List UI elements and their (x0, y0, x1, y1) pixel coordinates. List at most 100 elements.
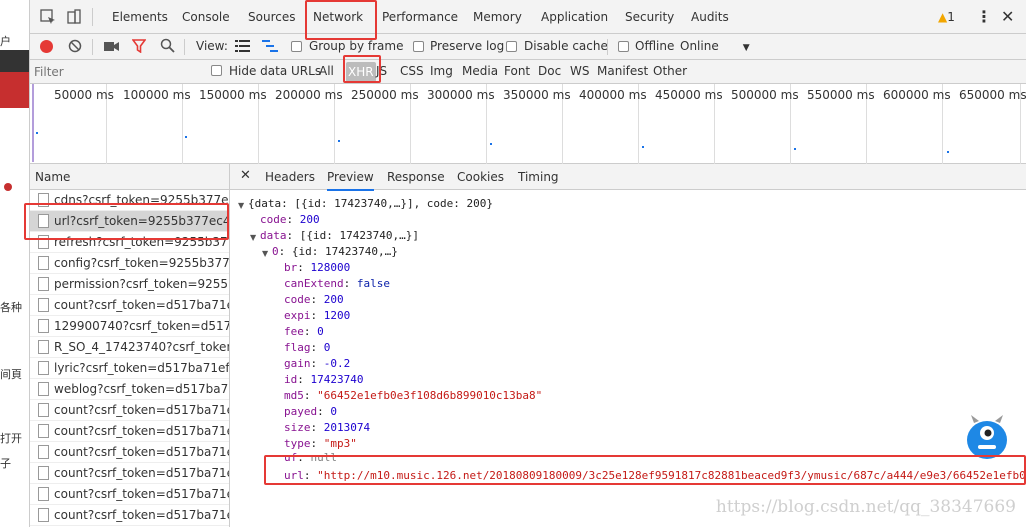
json-line-data: data: [{id: 17423740,…}] (260, 229, 419, 242)
tab-performance[interactable]: Performance (382, 0, 458, 34)
device-toolbar-icon[interactable] (66, 9, 82, 28)
request-name: count?csrf_token=d517ba71ef... (54, 487, 230, 501)
json-line-canextend: canExtend: false (284, 277, 390, 290)
request-row[interactable]: count?csrf_token=d517ba71ef... (30, 295, 230, 316)
highlight-network-tab (305, 0, 377, 40)
highlight-url-field (264, 455, 1026, 485)
large-rows-icon[interactable] (235, 40, 250, 55)
filter-type-other[interactable]: Other (653, 64, 687, 78)
more-options-icon[interactable]: ⋮ (976, 0, 992, 34)
devtools-tab-bar: Elements Console Sources Network Perform… (30, 0, 1026, 34)
timeline-start-marker (32, 84, 34, 162)
tab-timing[interactable]: Timing (518, 170, 559, 184)
request-name: config?csrf_token=9255b377e... (54, 256, 230, 270)
filter-type-doc[interactable]: Doc (538, 64, 561, 78)
request-name: permission?csrf_token=9255b... (54, 277, 230, 291)
capture-screenshots-icon[interactable] (104, 40, 119, 56)
file-icon (38, 361, 49, 375)
tab-sources[interactable]: Sources (248, 0, 295, 34)
json-line-gain: gain: -0.2 (284, 357, 351, 370)
expand-triangle-icon[interactable]: ▼ (262, 249, 268, 258)
request-row[interactable]: count?csrf_token=d517ba71ef... (30, 421, 229, 442)
offline-checkbox[interactable] (618, 41, 629, 52)
filter-bar: Hide data URLs All XHR JS CSS Img Media … (30, 60, 1026, 84)
request-name: 129900740?csrf_token=d517b... (54, 319, 230, 333)
tab-audits[interactable]: Audits (691, 0, 729, 34)
request-row[interactable]: count?csrf_token=d517ba71ef... (30, 400, 229, 421)
json-line-code: code: 200 (260, 213, 320, 226)
file-icon (38, 508, 49, 522)
file-icon (38, 487, 49, 501)
request-name: R_SO_4_17423740?csrf_token=... (54, 340, 229, 354)
json-line-flag: flag: 0 (284, 341, 331, 354)
page-content-strip: 户 各种 间頁 打开 子 (0, 0, 30, 527)
request-row[interactable]: R_SO_4_17423740?csrf_token=... (30, 337, 229, 358)
timeline-tick-label: 50000 ms (54, 88, 114, 102)
filter-icon[interactable] (131, 39, 147, 56)
filter-type-font[interactable]: Font (504, 64, 530, 78)
request-row[interactable]: count?csrf_token=d517ba71ef... (30, 484, 230, 505)
close-devtools-icon[interactable]: ✕ (1001, 0, 1014, 34)
request-row[interactable]: count?csrf_token=d517ba71ef... (30, 442, 229, 463)
tab-response[interactable]: Response (387, 170, 445, 184)
watermark: https://blog.csdn.net/qq_38347669 (715, 497, 1016, 517)
request-name: count?csrf_token=d517ba71ef... (54, 466, 230, 480)
preserve-log-checkbox[interactable] (413, 41, 424, 52)
page-text: 间頁 (0, 368, 22, 381)
warning-count: 1 (947, 10, 955, 24)
expand-triangle-icon[interactable]: ▼ (250, 233, 256, 242)
filter-type-css[interactable]: CSS (400, 64, 424, 78)
page-red-dot (4, 183, 12, 191)
network-overview-timeline[interactable]: 50000 ms 100000 ms 150000 ms 200000 ms 2… (30, 84, 1026, 164)
request-marker (642, 146, 644, 148)
tab-console[interactable]: Console (182, 0, 230, 34)
json-line-type: type: "mp3" (284, 437, 357, 450)
tab-memory[interactable]: Memory (473, 0, 522, 34)
json-line-item0: 0: {id: 17423740,…} (272, 245, 398, 258)
json-line-md5: md5: "66452e1efb0e3f108d6b899010c13ba8" (284, 389, 543, 402)
request-row[interactable]: count?csrf_token=d517ba71ef... (30, 463, 230, 484)
request-row[interactable]: 129900740?csrf_token=d517b... (30, 316, 230, 337)
disable-cache-checkbox[interactable] (506, 41, 517, 52)
filter-type-img[interactable]: Img (430, 64, 453, 78)
request-marker (185, 136, 187, 138)
request-row[interactable]: config?csrf_token=9255b377e... (30, 253, 230, 274)
group-by-frame-checkbox[interactable] (291, 41, 302, 52)
file-icon (38, 340, 49, 354)
tab-preview[interactable]: Preview (327, 170, 374, 191)
request-row[interactable]: lyric?csrf_token=d517ba71ef1... (30, 358, 229, 379)
tab-security[interactable]: Security (625, 0, 674, 34)
request-row[interactable]: permission?csrf_token=9255b... (30, 274, 230, 295)
file-icon (38, 319, 49, 333)
throttling-select[interactable]: Online ▼ (680, 39, 750, 53)
request-row[interactable]: weblog?csrf_token=d517ba71... (30, 379, 229, 400)
file-icon (38, 466, 49, 480)
filter-type-manifest[interactable]: Manifest (597, 64, 648, 78)
inspect-element-icon[interactable] (40, 9, 56, 28)
tab-cookies[interactable]: Cookies (457, 170, 504, 184)
record-button-icon[interactable] (40, 40, 53, 53)
search-icon[interactable] (160, 38, 175, 56)
filter-input[interactable] (34, 63, 194, 81)
filter-type-media[interactable]: Media (462, 64, 498, 78)
timeline-tick-label: 350000 ms (503, 88, 571, 102)
name-column-header[interactable]: Name (30, 164, 229, 190)
filter-type-all[interactable]: All (319, 64, 334, 78)
request-row[interactable]: count?csrf_token=d517ba71ef... (30, 505, 229, 526)
network-toolbar: View: Group by frame Preserve log Disabl… (30, 34, 1026, 60)
warning-icon: ▲ (938, 10, 948, 24)
waterfall-icon[interactable] (262, 40, 278, 55)
tab-headers[interactable]: Headers (265, 170, 315, 184)
timeline-tick-label: 500000 ms (731, 88, 799, 102)
warning-indicator[interactable]: ▲1 (938, 0, 955, 34)
file-icon (38, 403, 49, 417)
expand-triangle-icon[interactable]: ▼ (238, 201, 244, 210)
close-detail-icon[interactable]: ✕ (240, 168, 251, 183)
tab-elements[interactable]: Elements (112, 0, 168, 34)
tab-application[interactable]: Application (541, 0, 608, 34)
view-label: View: (196, 39, 228, 53)
clear-icon[interactable] (68, 39, 82, 56)
request-name: count?csrf_token=d517ba71ef... (54, 298, 230, 312)
hide-data-urls-checkbox[interactable] (211, 65, 222, 76)
filter-type-ws[interactable]: WS (570, 64, 589, 78)
